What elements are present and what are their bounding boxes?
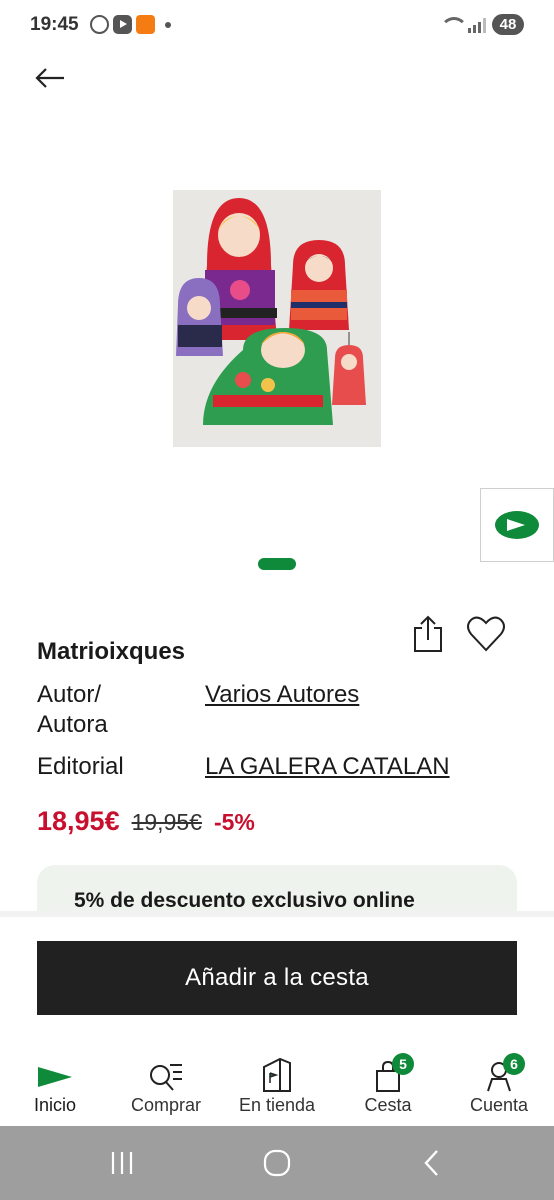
bottom-navigation: Inicio Comprar En tienda 5 Cesta 6 Cuent… <box>0 1045 554 1125</box>
status-notification-icons <box>90 15 171 34</box>
price-old: 19,95€ <box>131 809 202 835</box>
home-circle-icon <box>263 1149 291 1177</box>
nav-label-cuenta: Cuenta <box>469 1095 529 1115</box>
whatsapp-icon <box>90 15 109 34</box>
nav-label-cesta: Cesta <box>364 1095 412 1115</box>
author-label-line1: Autor/ <box>37 681 102 708</box>
status-time: 19:45 <box>30 14 79 35</box>
nav-item-cuenta[interactable]: 6 Cuenta <box>444 1045 554 1116</box>
price-row: 18,95€ 19,95€ -5% <box>37 806 255 837</box>
nav-label-en-tienda: En tienda <box>238 1095 316 1115</box>
nav-item-cesta[interactable]: 5 Cesta <box>333 1045 443 1116</box>
youtube-icon <box>113 15 132 34</box>
home-button[interactable] <box>257 1146 297 1180</box>
publisher-label: Editorial <box>37 753 124 780</box>
nav-label-inicio: Inicio <box>33 1095 77 1115</box>
nav-item-en-tienda[interactable]: En tienda <box>222 1045 332 1116</box>
temu-icon <box>136 15 155 34</box>
publisher-link[interactable]: LA GALERA CATALAN <box>205 752 450 782</box>
chat-assistant-button[interactable] <box>480 488 554 562</box>
cart-badge: 5 <box>392 1053 414 1075</box>
recent-apps-icon <box>111 1152 133 1174</box>
status-system-icons: 48 <box>440 14 524 35</box>
nav-item-inicio[interactable]: Inicio <box>0 1045 110 1116</box>
system-back-button[interactable] <box>412 1146 452 1180</box>
price-discount: -5% <box>213 809 255 835</box>
promo-text: 5% de descuento exclusivo online <box>74 889 415 912</box>
carousel-indicator <box>258 558 296 570</box>
chat-flag-icon <box>495 511 539 539</box>
share-icon <box>414 615 442 652</box>
store-icon <box>263 1057 291 1092</box>
heart-icon <box>467 616 505 652</box>
author-link[interactable]: Varios Autores <box>205 680 359 710</box>
recent-apps-button[interactable] <box>102 1146 142 1180</box>
author-label: Autor/ Autora <box>37 680 108 740</box>
share-button[interactable] <box>410 614 446 654</box>
chevron-left-icon <box>424 1150 438 1176</box>
dot-icon <box>165 21 171 28</box>
product-title: Matrioixques <box>37 638 186 665</box>
account-badge: 6 <box>503 1053 525 1075</box>
matryoshka-illustration <box>173 190 381 447</box>
arrow-left-icon <box>35 68 64 88</box>
back-button[interactable] <box>30 60 70 100</box>
price-current: 18,95€ <box>37 806 120 836</box>
product-image[interactable] <box>173 190 381 447</box>
status-bar: 19:45 48 <box>0 0 554 52</box>
signal-icon <box>468 17 486 33</box>
divider <box>0 911 554 917</box>
battery-indicator: 48 <box>492 14 524 35</box>
wifi-icon <box>440 16 468 33</box>
author-label-line2: Autora <box>37 711 108 738</box>
add-to-cart-button[interactable]: Añadir a la cesta <box>37 941 517 1015</box>
system-navigation-bar <box>0 1126 554 1200</box>
flag-icon <box>38 1067 72 1087</box>
search-list-icon <box>150 1064 182 1091</box>
favorite-button[interactable] <box>466 614 506 654</box>
nav-label-comprar: Comprar <box>130 1095 201 1115</box>
nav-item-comprar[interactable]: Comprar <box>111 1045 221 1116</box>
promo-box: 5% de descuento exclusivo online <box>37 865 517 915</box>
